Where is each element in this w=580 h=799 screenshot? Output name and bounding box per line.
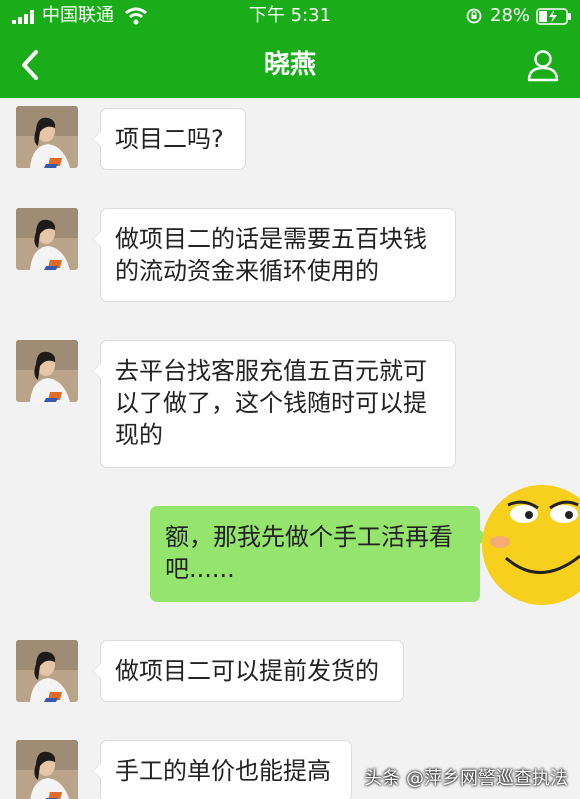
message-bubble-sent: 额，那我先做个手工活再看 吧......: [150, 506, 488, 602]
battery-percent: 28%: [490, 5, 531, 26]
message-bubble-received: 去平台找客服充值五百元就可 以了做了，这个钱随时可以提 现的: [92, 340, 456, 468]
contact-avatar[interactable]: [16, 106, 78, 168]
avatar-image: [16, 208, 78, 270]
message-bubble-received: 项目二吗?: [92, 108, 246, 170]
rotation-lock-icon: [466, 8, 482, 24]
person-icon[interactable]: [526, 48, 560, 82]
smirk-emoji-icon: [482, 485, 580, 605]
message-bubble-received: 手工的单价也能提高: [92, 740, 352, 799]
avatar-image: [16, 340, 78, 402]
status-bar: 中国联通 下午 5:31 28%: [0, 0, 580, 32]
contact-avatar[interactable]: [16, 208, 78, 270]
chat-title: 晓燕: [263, 50, 316, 80]
message-bubble-received: 做项目二的话是需要五百块钱 的流动资金来循环使用的: [92, 208, 456, 302]
message-bubble-received: 做项目二可以提前发货的: [92, 640, 404, 702]
contact-avatar[interactable]: [16, 740, 78, 799]
chat-header: 中国联通 下午 5:31 28% 晓燕: [0, 0, 580, 98]
contact-avatar[interactable]: [16, 640, 78, 702]
nav-bar: 晓燕: [0, 32, 580, 98]
avatar-image: [16, 640, 78, 702]
contact-avatar[interactable]: [16, 340, 78, 402]
watermark: 头条 @萍乡网警巡查执法: [364, 768, 568, 789]
avatar-image: [16, 106, 78, 168]
avatar-image: [16, 740, 78, 799]
battery-charging-icon: [536, 8, 571, 25]
